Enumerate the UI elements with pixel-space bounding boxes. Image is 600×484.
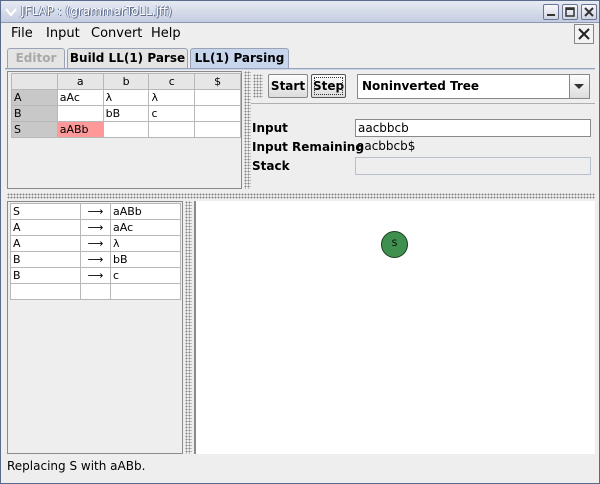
production-lhs[interactable]: A (10, 235, 81, 252)
table-cell[interactable] (194, 121, 241, 138)
table-cell[interactable] (148, 121, 196, 138)
status-message: Replacing S with aABb. (7, 459, 146, 473)
menu-file[interactable]: File (11, 26, 33, 41)
title-bar[interactable]: JFLAP : (grammarToLL.jff) (1, 1, 599, 23)
input-remaining-value: aacbbcb$ (357, 139, 416, 153)
production-lhs[interactable] (10, 283, 81, 300)
input-remaining-label: Input Remaining (252, 140, 364, 154)
production-rhs[interactable]: aABb (110, 203, 181, 220)
close-window-icon[interactable] (581, 4, 597, 20)
arrow-icon: ⟶ (80, 203, 111, 220)
chevron-down-icon[interactable] (569, 75, 589, 98)
production-lhs[interactable]: S (10, 203, 81, 220)
stack-field (355, 157, 591, 175)
table-row (10, 283, 181, 300)
close-document-icon[interactable] (574, 24, 594, 44)
vertical-splitter-top[interactable] (244, 71, 251, 189)
productions-panel: S ⟶ aABb A ⟶ aAc A ⟶ λ B ⟶ bB B ⟶ c (7, 201, 183, 454)
production-rhs[interactable]: c (110, 267, 181, 284)
column-header (11, 73, 58, 90)
vertical-splitter-bottom[interactable] (185, 201, 192, 454)
view-mode-value: Noninverted Tree (362, 79, 480, 93)
table-row: S aABb (11, 121, 241, 138)
table-cell[interactable]: aAc (56, 89, 104, 106)
table-cell[interactable]: bB (102, 105, 150, 122)
table-row: A ⟶ aAc (10, 219, 181, 236)
production-rhs[interactable]: aAc (110, 219, 181, 236)
column-header: a (56, 73, 104, 90)
empty-cell (80, 283, 111, 300)
highlighted-table-cell[interactable]: aABb (56, 121, 104, 138)
menu-bar: File Input Convert Help (1, 23, 599, 45)
tab-ll1-parsing[interactable]: LL(1) Parsing (190, 48, 289, 69)
table-row: S ⟶ aABb (10, 203, 181, 220)
menu-help[interactable]: Help (151, 26, 181, 41)
production-rhs[interactable]: bB (110, 251, 181, 268)
app-window: JFLAP : (grammarToLL.jff) File Input Con… (0, 0, 600, 484)
window-menu-icon[interactable] (3, 4, 19, 20)
table-cell[interactable] (102, 121, 150, 138)
parse-table: a b c $ A aAc λ λ B bB c S aABb (11, 73, 241, 138)
input-label: Input (252, 121, 288, 135)
column-header: $ (194, 73, 241, 90)
tab-editor: Editor (7, 48, 65, 68)
column-header: c (148, 73, 196, 90)
table-cell[interactable]: λ (148, 89, 196, 106)
table-cell[interactable] (194, 105, 241, 122)
table-cell[interactable] (194, 89, 241, 106)
column-header: b (102, 73, 150, 90)
productions-table: S ⟶ aABb A ⟶ aAc A ⟶ λ B ⟶ bB B ⟶ c (10, 203, 181, 300)
production-lhs[interactable]: B (10, 251, 81, 268)
table-cell[interactable]: λ (102, 89, 150, 106)
tab-build-ll1-parse[interactable]: Build LL(1) Parse (67, 48, 188, 68)
production-rhs[interactable]: λ (110, 235, 181, 252)
divider (251, 103, 595, 104)
toolbar-grip[interactable] (253, 74, 263, 98)
start-button[interactable]: Start (268, 74, 308, 98)
menu-input[interactable]: Input (46, 26, 80, 41)
input-field[interactable]: aacbbcb (355, 119, 591, 137)
minimize-icon[interactable] (543, 4, 559, 20)
production-rhs[interactable] (110, 283, 181, 300)
table-row: B ⟶ bB (10, 251, 181, 268)
step-button[interactable]: Step (311, 74, 346, 98)
production-lhs[interactable]: A (10, 219, 81, 236)
table-row: B ⟶ c (10, 267, 181, 284)
stack-label: Stack (252, 159, 290, 173)
arrow-icon: ⟶ (80, 219, 111, 236)
menu-convert[interactable]: Convert (91, 26, 142, 41)
table-header-row: a b c $ (11, 73, 241, 90)
horizontal-splitter[interactable] (7, 193, 595, 199)
tree-node[interactable]: S (381, 231, 408, 258)
arrow-icon: ⟶ (80, 267, 111, 284)
table-row: A ⟶ λ (10, 235, 181, 252)
table-row: B bB c (11, 105, 241, 122)
production-lhs[interactable]: B (10, 267, 81, 284)
row-header: S (11, 121, 58, 138)
view-mode-select[interactable]: Noninverted Tree (357, 74, 590, 99)
parse-tree-canvas[interactable]: S (194, 201, 595, 454)
table-row: A aAc λ λ (11, 89, 241, 106)
parse-table-panel: a b c $ A aAc λ λ B bB c S aABb (7, 71, 242, 189)
window-title: JFLAP : (grammarToLL.jff) (21, 4, 172, 18)
table-cell[interactable] (56, 105, 104, 122)
table-cell[interactable]: c (148, 105, 196, 122)
arrow-icon: ⟶ (80, 251, 111, 268)
maximize-icon[interactable] (562, 4, 578, 20)
row-header: A (11, 89, 58, 106)
arrow-icon: ⟶ (80, 235, 111, 252)
tab-strip-rule (5, 68, 595, 70)
row-header: B (11, 105, 58, 122)
